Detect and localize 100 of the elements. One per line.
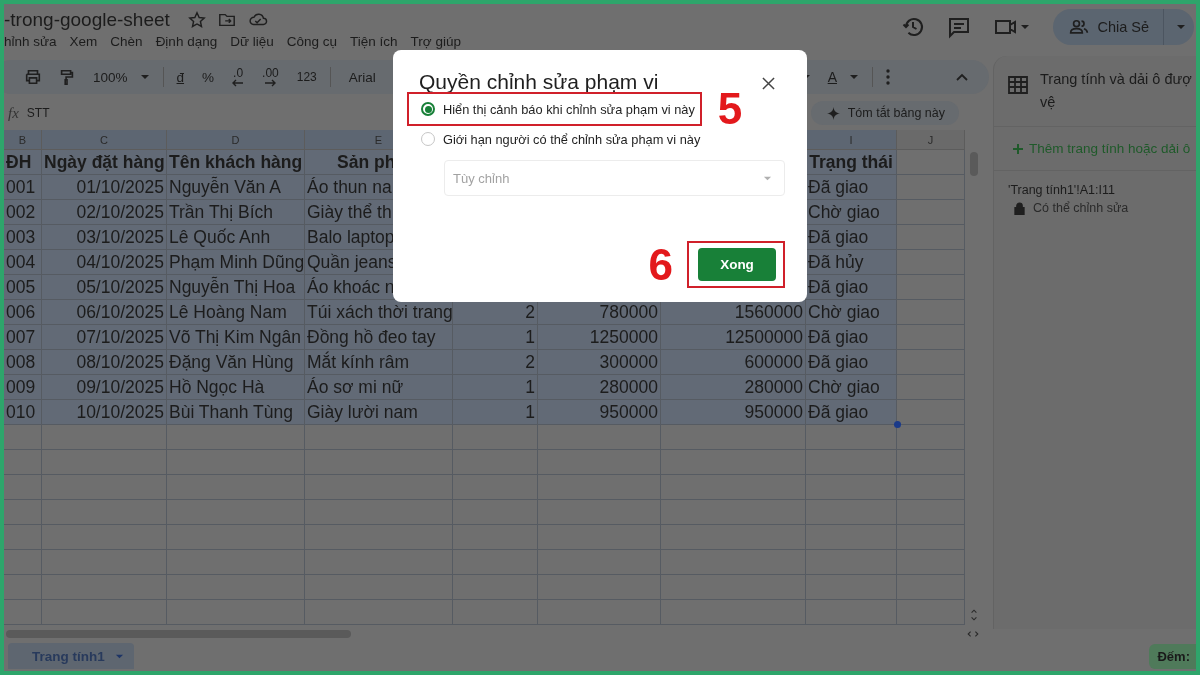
table-cell[interactable] bbox=[4, 500, 42, 525]
table-cell[interactable] bbox=[897, 300, 965, 325]
menu-item[interactable]: Xem bbox=[69, 34, 98, 49]
table-cell[interactable] bbox=[661, 550, 806, 575]
increase-decimal-button[interactable]: .00 bbox=[262, 67, 279, 87]
table-cell[interactable] bbox=[806, 425, 897, 450]
table-cell[interactable] bbox=[305, 600, 453, 625]
table-cell[interactable] bbox=[305, 550, 453, 575]
table-cell[interactable]: Bùi Thanh Tùng bbox=[167, 400, 305, 425]
menu-item[interactable]: Tiện ích bbox=[350, 34, 398, 49]
table-cell[interactable] bbox=[897, 275, 965, 300]
table-cell[interactable] bbox=[167, 600, 305, 625]
table-cell[interactable] bbox=[453, 425, 538, 450]
table-cell[interactable] bbox=[4, 475, 42, 500]
table-cell[interactable] bbox=[661, 500, 806, 525]
table-cell[interactable] bbox=[167, 450, 305, 475]
share-button[interactable]: Chia Sẻ bbox=[1053, 9, 1194, 45]
table-cell[interactable] bbox=[4, 425, 42, 450]
folder-icon[interactable] bbox=[217, 11, 236, 29]
table-cell[interactable] bbox=[661, 600, 806, 625]
menu-item[interactable]: Trợ giúp bbox=[410, 34, 461, 49]
table-cell[interactable]: 010 bbox=[4, 400, 42, 425]
scroll-arrows-icon[interactable] bbox=[970, 607, 978, 623]
paint-roller-icon[interactable] bbox=[58, 68, 76, 86]
table-cell[interactable] bbox=[167, 425, 305, 450]
table-cell[interactable] bbox=[4, 550, 42, 575]
table-cell[interactable] bbox=[538, 550, 661, 575]
table-cell[interactable]: 950000 bbox=[538, 400, 661, 425]
radio-option[interactable]: Hiển thị cảnh báo khi chỉnh sửa phạm vi này bbox=[407, 92, 702, 126]
currency-format-button[interactable]: đ bbox=[176, 69, 185, 85]
table-cell[interactable] bbox=[42, 525, 167, 550]
table-cell[interactable] bbox=[806, 525, 897, 550]
close-icon[interactable] bbox=[762, 76, 775, 90]
zoom-select[interactable]: 100% bbox=[93, 69, 150, 85]
table-cell[interactable] bbox=[661, 525, 806, 550]
history-icon[interactable] bbox=[901, 15, 926, 39]
column-header[interactable]: C bbox=[42, 130, 167, 150]
table-cell[interactable] bbox=[4, 600, 42, 625]
table-cell[interactable] bbox=[897, 350, 965, 375]
table-cell[interactable]: 10/10/2025 bbox=[42, 400, 167, 425]
star-icon[interactable] bbox=[187, 11, 206, 29]
table-cell[interactable] bbox=[453, 450, 538, 475]
menu-item[interactable]: Chèn bbox=[110, 34, 143, 49]
text-color-button[interactable]: A bbox=[827, 69, 859, 85]
column-header[interactable]: J bbox=[897, 130, 965, 150]
number-format-button[interactable]: 123 bbox=[296, 70, 317, 84]
table-cell[interactable] bbox=[897, 550, 965, 575]
table-cell[interactable] bbox=[538, 500, 661, 525]
table-cell[interactable] bbox=[806, 450, 897, 475]
table-cell[interactable] bbox=[538, 475, 661, 500]
document-title[interactable]: -trong-google-sheet bbox=[4, 9, 170, 31]
add-range-link[interactable]: Thêm trang tính hoặc dải ô bbox=[994, 126, 1196, 170]
percent-format-button[interactable]: % bbox=[202, 69, 215, 85]
table-cell[interactable]: 950000 bbox=[661, 400, 806, 425]
table-cell[interactable] bbox=[897, 450, 965, 475]
table-cell[interactable] bbox=[806, 475, 897, 500]
table-cell[interactable] bbox=[538, 600, 661, 625]
table-cell[interactable] bbox=[453, 500, 538, 525]
collapse-icon[interactable] bbox=[955, 72, 969, 82]
table-cell[interactable] bbox=[42, 600, 167, 625]
table-cell[interactable] bbox=[305, 500, 453, 525]
table-cell[interactable] bbox=[897, 225, 965, 250]
menu-item[interactable]: Định dạng bbox=[155, 34, 218, 49]
table-cell[interactable] bbox=[167, 575, 305, 600]
table-cell[interactable] bbox=[42, 500, 167, 525]
table-cell[interactable] bbox=[453, 525, 538, 550]
table-cell[interactable] bbox=[305, 475, 453, 500]
table-cell[interactable] bbox=[167, 525, 305, 550]
table-cell[interactable] bbox=[453, 550, 538, 575]
table-cell[interactable] bbox=[305, 525, 453, 550]
done-button[interactable]: Xong bbox=[698, 248, 776, 281]
decrease-decimal-button[interactable]: .0 bbox=[232, 67, 245, 87]
table-cell[interactable] bbox=[897, 325, 965, 350]
table-cell[interactable] bbox=[538, 575, 661, 600]
table-cell[interactable] bbox=[538, 425, 661, 450]
table-cell[interactable] bbox=[897, 200, 965, 225]
table-cell[interactable] bbox=[806, 500, 897, 525]
count-chip[interactable]: Đếm: bbox=[1149, 643, 1196, 669]
print-icon[interactable] bbox=[24, 68, 42, 86]
menu-item[interactable]: hỉnh sửa bbox=[4, 34, 57, 49]
table-cell[interactable] bbox=[897, 375, 965, 400]
table-cell[interactable] bbox=[42, 475, 167, 500]
scroll-arrows-icon[interactable] bbox=[965, 630, 981, 638]
table-cell[interactable] bbox=[806, 550, 897, 575]
table-cell[interactable] bbox=[806, 600, 897, 625]
table-cell[interactable] bbox=[42, 425, 167, 450]
table-cell[interactable] bbox=[897, 250, 965, 275]
table-cell[interactable] bbox=[897, 575, 965, 600]
table-cell[interactable] bbox=[42, 450, 167, 475]
table-cell[interactable]: Đã giao bbox=[806, 400, 897, 425]
table-cell[interactable] bbox=[661, 425, 806, 450]
table-cell[interactable] bbox=[661, 575, 806, 600]
table-cell[interactable] bbox=[305, 575, 453, 600]
table-cell[interactable] bbox=[4, 525, 42, 550]
table-cell[interactable]: Giày lười nam bbox=[305, 400, 453, 425]
table-cell[interactable] bbox=[897, 150, 965, 175]
menu-item[interactable]: Công cụ bbox=[286, 34, 338, 49]
table-cell[interactable] bbox=[897, 500, 965, 525]
column-header[interactable]: D bbox=[167, 130, 305, 150]
table-cell[interactable] bbox=[305, 450, 453, 475]
